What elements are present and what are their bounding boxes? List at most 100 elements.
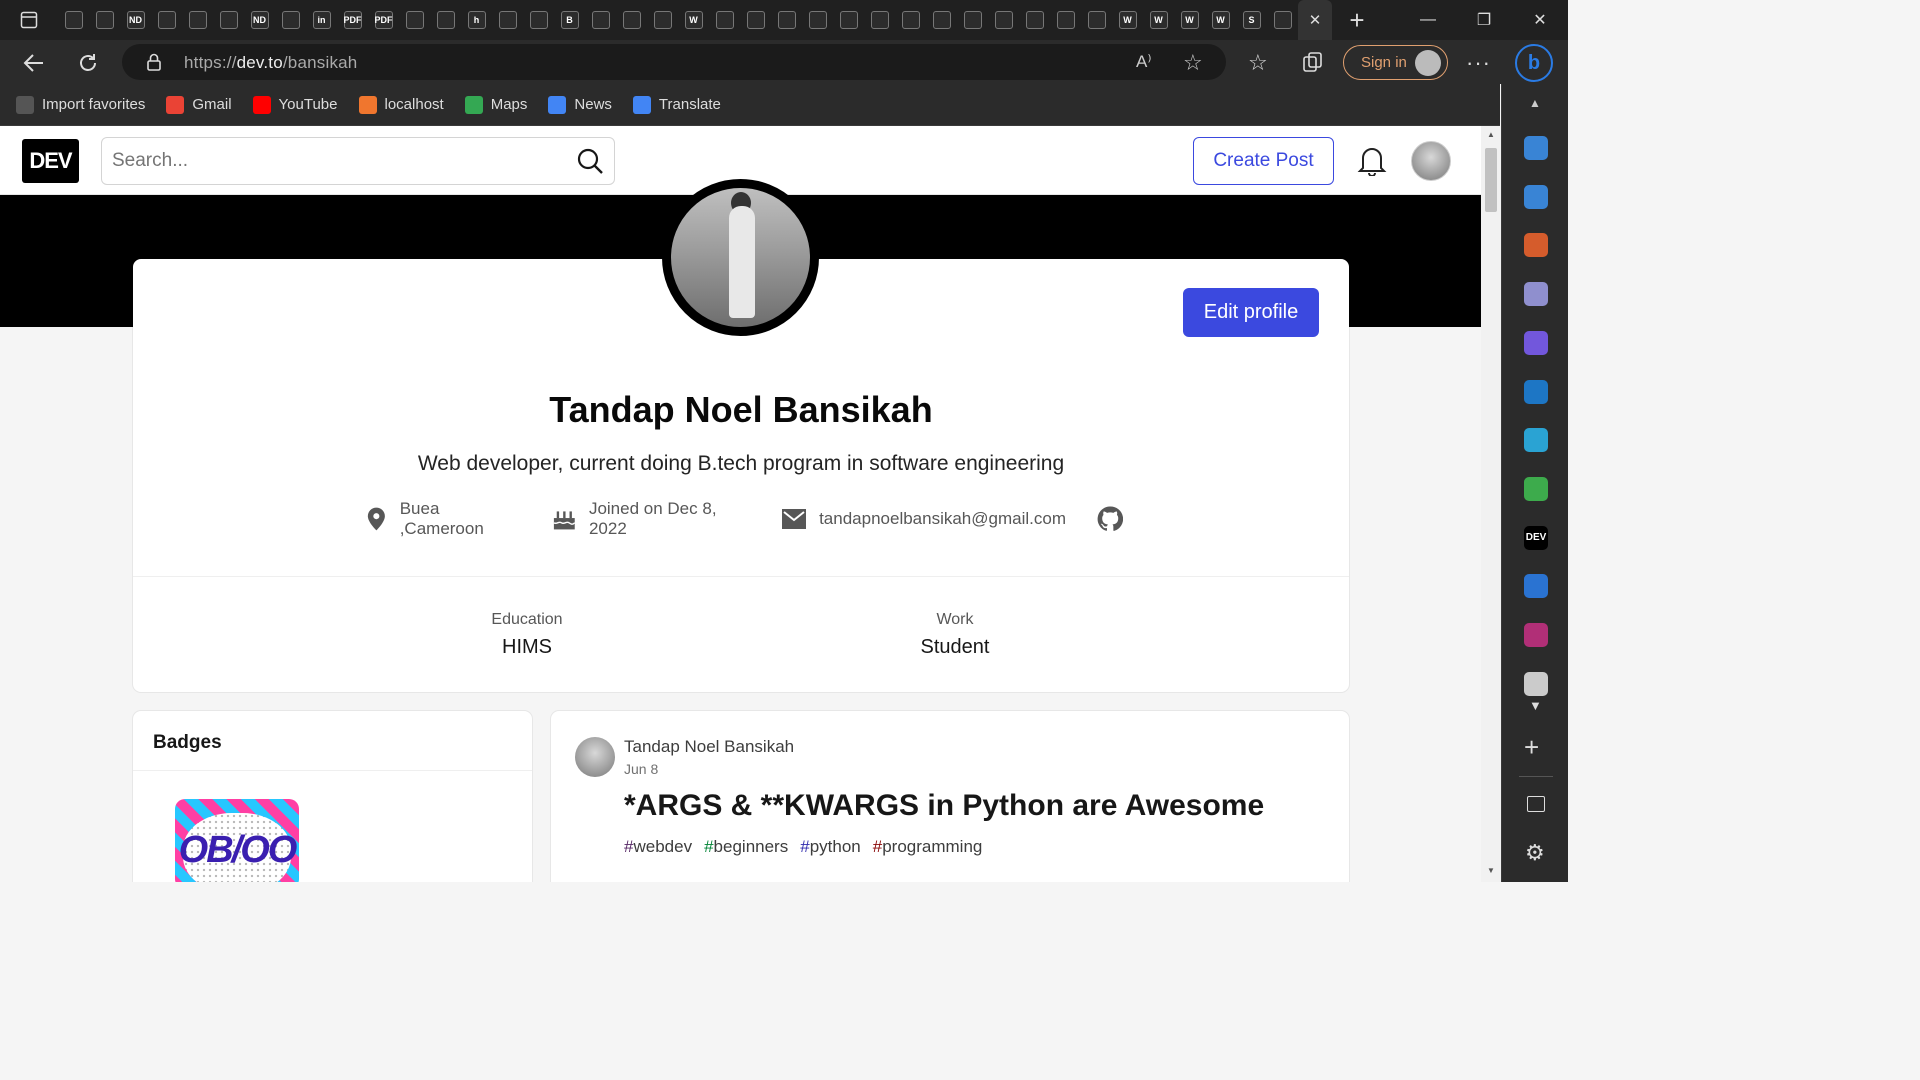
tab-18[interactable] (616, 0, 647, 40)
sidebar-dev-icon[interactable]: DEV (1524, 525, 1548, 550)
back-button[interactable] (17, 46, 51, 80)
bookmark-gmail[interactable]: Gmail (166, 95, 232, 114)
tab-20[interactable]: W (678, 0, 709, 40)
sidebar-microsoft-365-icon[interactable] (1524, 330, 1548, 355)
dev-logo[interactable]: DEV (22, 139, 79, 183)
minimize-button[interactable]: — (1400, 0, 1456, 40)
tab-close-icon[interactable]: ✕ (1309, 11, 1322, 29)
lock-icon[interactable] (146, 53, 162, 76)
post-title[interactable]: *ARGS & **KWARGS in Python are Awesome (624, 789, 1264, 823)
tab-36[interactable]: W (1174, 0, 1205, 40)
github-link[interactable] (1097, 506, 1135, 532)
tab-19[interactable] (647, 0, 678, 40)
tab-2[interactable]: ND (120, 0, 151, 40)
tab-29[interactable] (957, 0, 988, 40)
page-viewport[interactable]: DEV Create Post Edit profile Tandap Noel… (0, 126, 1481, 882)
tab-16[interactable]: B (554, 0, 585, 40)
tab-6[interactable]: ND (244, 0, 275, 40)
notification-bell-icon[interactable] (1357, 144, 1387, 181)
tab-38[interactable]: S (1236, 0, 1267, 40)
create-post-button[interactable]: Create Post (1193, 137, 1334, 185)
sidebar-outlook-icon[interactable] (1524, 379, 1548, 404)
tab-7[interactable] (275, 0, 306, 40)
tab-13[interactable]: h (461, 0, 492, 40)
tag-beginners[interactable]: #beginners (704, 837, 788, 857)
tab-actions-icon[interactable] (14, 5, 44, 35)
refresh-button[interactable] (71, 46, 105, 80)
tab-14[interactable] (492, 0, 523, 40)
tag-webdev[interactable]: #webdev (624, 837, 692, 857)
tab-8[interactable]: in (306, 0, 337, 40)
tab-11[interactable] (399, 0, 430, 40)
scroll-down-arrow-icon[interactable]: ▼ (1487, 866, 1495, 875)
tab-23[interactable] (771, 0, 802, 40)
page-scrollbar[interactable]: ▲ ▼ (1481, 126, 1501, 882)
tab-31[interactable] (1019, 0, 1050, 40)
bookmark-news[interactable]: News (548, 95, 612, 114)
tab-30[interactable] (988, 0, 1019, 40)
tab-37[interactable]: W (1205, 0, 1236, 40)
tab-28[interactable] (926, 0, 957, 40)
tab-35[interactable]: W (1143, 0, 1174, 40)
sidebar-tree-icon[interactable] (1524, 476, 1548, 501)
tab-3[interactable] (151, 0, 182, 40)
tag-python[interactable]: #python (800, 837, 861, 857)
favorite-star-icon[interactable]: ☆ (1183, 50, 1203, 76)
sidebar-scroll-up-icon[interactable]: ▲ (1529, 96, 1541, 110)
tab-10[interactable]: PDF (368, 0, 399, 40)
split-screen-icon[interactable] (1527, 796, 1545, 812)
bookmark-import-favorites[interactable]: Import favorites (16, 95, 145, 114)
search-box[interactable] (101, 137, 615, 185)
sidebar-send-icon[interactable] (1524, 428, 1548, 453)
sidebar-scroll-down-icon[interactable]: ▼ (1529, 698, 1542, 713)
sidebar-app-icon[interactable] (1524, 623, 1548, 647)
favorites-icon[interactable]: ☆ (1248, 50, 1268, 76)
sidebar-add-icon[interactable]: + (1524, 732, 1539, 763)
tag-programming[interactable]: #programming (873, 837, 983, 857)
tab-27[interactable] (895, 0, 926, 40)
sidebar-search-icon[interactable] (1524, 136, 1548, 160)
bookmark-youtube[interactable]: YouTube (252, 95, 338, 114)
badge-image[interactable]: OB/OO (175, 799, 299, 882)
tab-33[interactable] (1081, 0, 1112, 40)
post-author-avatar[interactable] (575, 737, 615, 777)
tab-12[interactable] (430, 0, 461, 40)
tab-24[interactable] (802, 0, 833, 40)
sidebar-bing-icon[interactable] (1524, 574, 1548, 599)
url-field[interactable]: https://dev.to/bansikah A⁾ ☆ (122, 44, 1226, 80)
close-window-button[interactable]: ✕ (1512, 0, 1568, 40)
collections-icon[interactable] (1302, 51, 1324, 78)
email-item[interactable]: tandapnoelbansikah@gmail.com (781, 508, 1066, 530)
more-menu-icon[interactable]: ··· (1466, 50, 1491, 76)
edit-profile-button[interactable]: Edit profile (1183, 288, 1319, 337)
bookmark-localhost[interactable]: localhost (358, 95, 444, 114)
sidebar-games-icon[interactable] (1524, 282, 1548, 307)
settings-gear-icon[interactable]: ⚙ (1525, 840, 1545, 866)
read-aloud-icon[interactable]: A⁾ (1136, 52, 1152, 72)
tab-15[interactable] (523, 0, 554, 40)
tab-4[interactable] (182, 0, 213, 40)
new-tab-button[interactable]: + (1342, 5, 1372, 35)
tab-1[interactable] (89, 0, 120, 40)
scroll-up-arrow-icon[interactable]: ▲ (1487, 130, 1495, 139)
tab-26[interactable] (864, 0, 895, 40)
bing-chat-icon[interactable]: b (1515, 44, 1553, 82)
sidebar-shopping-icon[interactable] (1524, 184, 1548, 209)
sidebar-tools-icon[interactable] (1524, 233, 1548, 258)
scroll-thumb[interactable] (1485, 148, 1497, 212)
tab-9[interactable]: PDF (337, 0, 368, 40)
tab-22[interactable] (740, 0, 771, 40)
post-card[interactable]: Tandap Noel Bansikah Jun 8 *ARGS & **KWA… (551, 711, 1349, 882)
tab-21[interactable] (709, 0, 740, 40)
active-tab[interactable]: ✕ (1298, 0, 1332, 40)
search-input[interactable] (112, 150, 552, 172)
tab-25[interactable] (833, 0, 864, 40)
tab-34[interactable]: W (1112, 0, 1143, 40)
maximize-button[interactable]: ❐ (1456, 0, 1512, 40)
tab-17[interactable] (585, 0, 616, 40)
github-icon[interactable] (1097, 506, 1123, 532)
tab-5[interactable] (213, 0, 244, 40)
search-icon[interactable] (576, 147, 604, 180)
email-text[interactable]: tandapnoelbansikah@gmail.com (819, 509, 1066, 529)
tab-32[interactable] (1050, 0, 1081, 40)
